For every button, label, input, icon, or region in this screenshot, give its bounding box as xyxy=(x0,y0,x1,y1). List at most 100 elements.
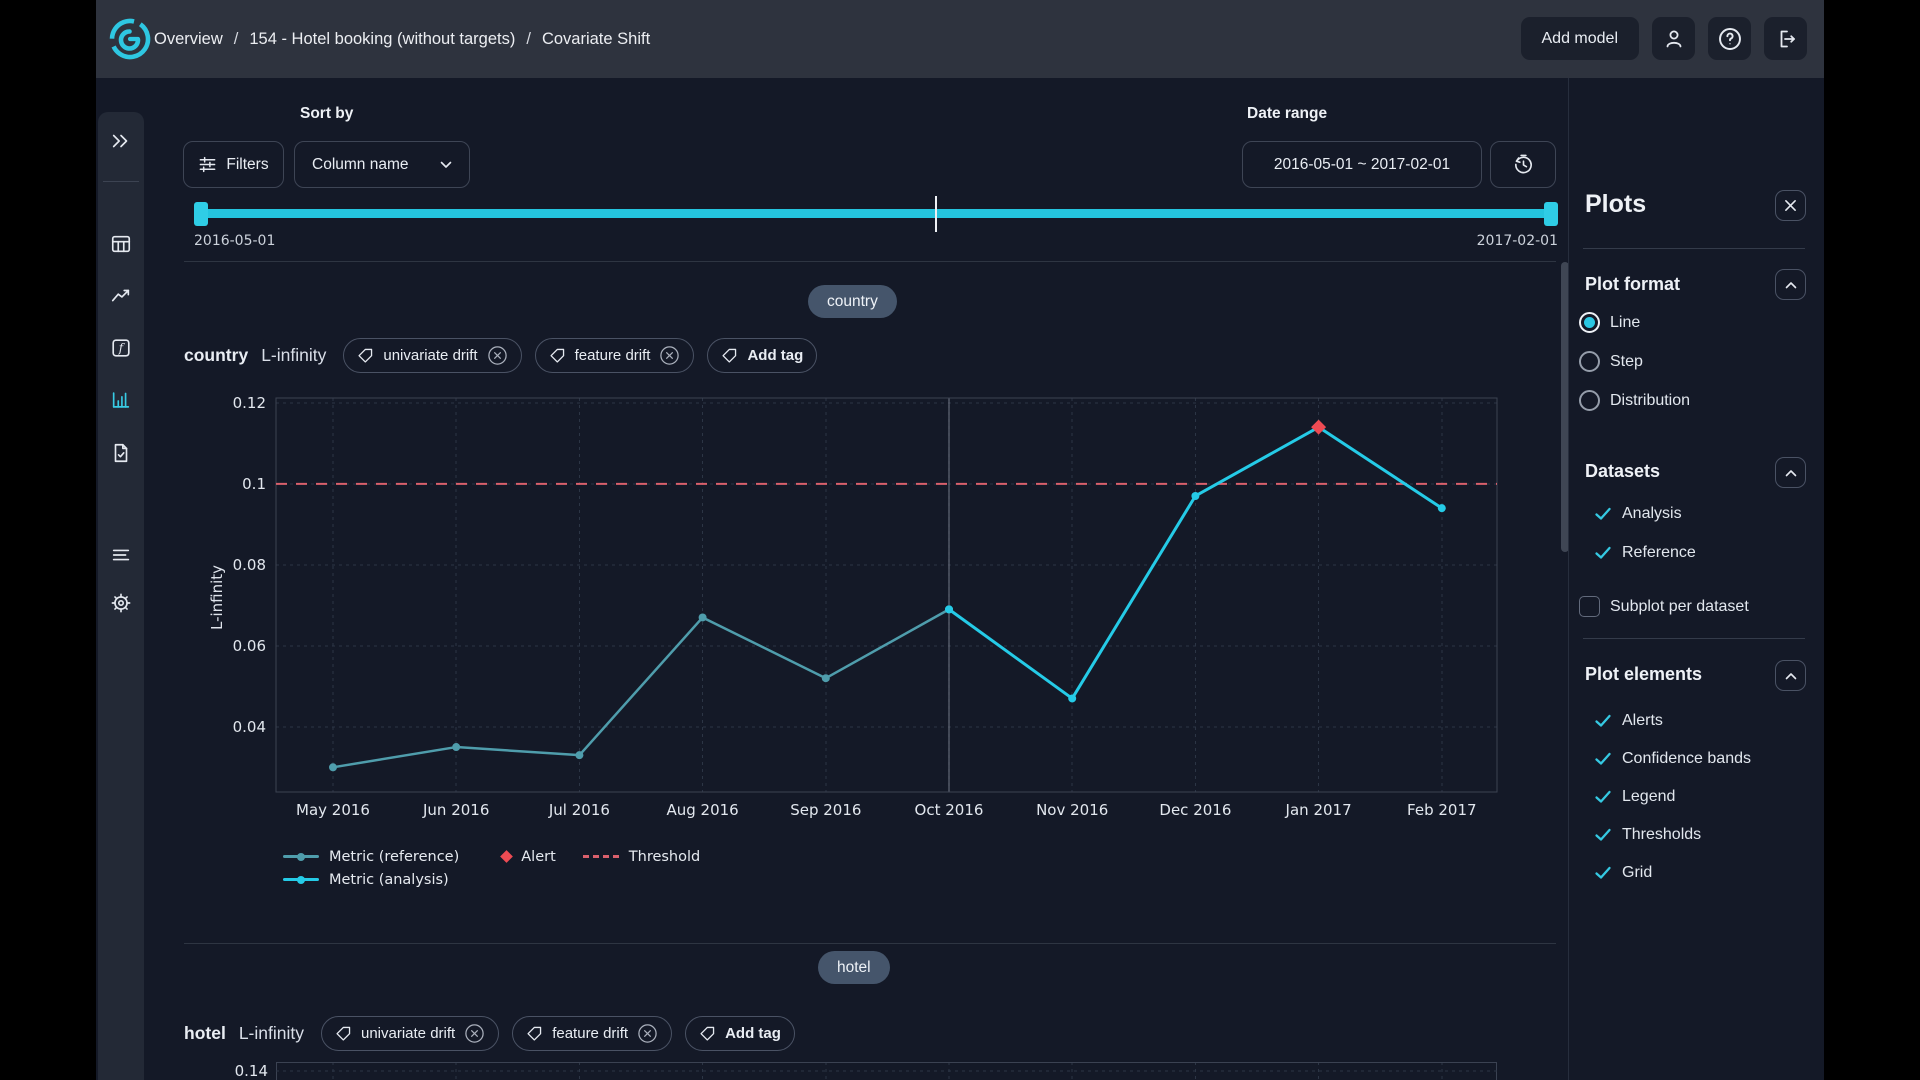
slider-handle-end[interactable] xyxy=(1544,202,1558,226)
remove-tag-button[interactable] xyxy=(637,1023,658,1044)
file-check-icon xyxy=(110,442,132,464)
check-analysis[interactable]: Analysis xyxy=(1594,505,1682,523)
datasets-header: Datasets xyxy=(1585,461,1660,482)
remove-tag-button[interactable] xyxy=(487,345,508,366)
column-chip-hotel[interactable]: hotel xyxy=(818,951,890,984)
breadcrumb-separator: / xyxy=(234,30,239,49)
panel-divider xyxy=(1583,248,1805,249)
collapse-plot-elements-button[interactable] xyxy=(1775,660,1806,691)
panel-title: Plots xyxy=(1585,190,1646,219)
reset-date-range-button[interactable] xyxy=(1490,141,1556,188)
radio-icon xyxy=(1579,390,1600,411)
sidebar-item-data[interactable] xyxy=(110,233,132,255)
close-panel-button[interactable] xyxy=(1775,190,1806,221)
logout-button[interactable] xyxy=(1764,17,1807,60)
time-range-slider-track[interactable] xyxy=(194,209,1558,218)
sidebar-item-expand[interactable] xyxy=(110,130,132,152)
radio-distribution[interactable]: Distribution xyxy=(1579,390,1690,411)
y-axis-label: L-infinity xyxy=(208,565,226,630)
breadcrumb-separator: / xyxy=(526,30,531,49)
add-tag-label: Add tag xyxy=(725,1025,781,1042)
check-icon xyxy=(1594,544,1612,562)
legend-label: Metric (reference) xyxy=(329,849,459,865)
check-reference[interactable]: Reference xyxy=(1594,544,1696,562)
radio-label: Step xyxy=(1610,353,1643,371)
check-confidence-bands[interactable]: Confidence bands xyxy=(1594,750,1751,768)
help-button[interactable] xyxy=(1708,17,1751,60)
date-range-input[interactable]: 2016-05-01 ~ 2017-02-01 xyxy=(1242,141,1482,188)
slider-handle-start[interactable] xyxy=(194,202,208,226)
user-icon xyxy=(1662,27,1686,51)
check-legend[interactable]: Legend xyxy=(1594,788,1675,806)
svg-text:Dec 2016: Dec 2016 xyxy=(1159,801,1231,819)
app-window: Overview / 154 - Hotel booking (without … xyxy=(96,0,1824,1080)
check-thresholds[interactable]: Thresholds xyxy=(1594,826,1701,844)
sort-by-label: Sort by xyxy=(300,105,353,123)
check-icon xyxy=(1594,750,1612,768)
remove-tag-button[interactable] xyxy=(659,345,680,366)
check-alerts[interactable]: Alerts xyxy=(1594,712,1663,730)
breadcrumb-overview[interactable]: Overview xyxy=(154,30,223,49)
sidebar-item-charts[interactable] xyxy=(110,389,132,411)
svg-text:May 2016: May 2016 xyxy=(296,801,370,819)
legend-item-reference[interactable]: Metric (reference) xyxy=(283,849,459,865)
tag-pill-feature-drift[interactable]: feature drift xyxy=(535,338,695,373)
drift-line-chart-hotel[interactable] xyxy=(276,1056,1506,1080)
collapse-datasets-button[interactable] xyxy=(1775,457,1806,488)
check-grid[interactable]: Grid xyxy=(1594,864,1652,882)
checkbox-subplot-per-dataset[interactable]: Subplot per dataset xyxy=(1579,596,1749,617)
check-label: Reference xyxy=(1622,544,1696,562)
tag-pill-univariate-drift[interactable]: univariate drift xyxy=(321,1016,499,1051)
filters-button[interactable]: Filters xyxy=(183,141,284,188)
legend-item-threshold[interactable]: Threshold xyxy=(583,849,700,865)
add-model-button[interactable]: Add model xyxy=(1521,17,1640,60)
tag-icon xyxy=(357,347,374,364)
chart-legend: Metric (reference) Alert Threshold Metri… xyxy=(283,845,700,891)
chevron-down-icon xyxy=(440,161,452,169)
remove-tag-button[interactable] xyxy=(464,1023,485,1044)
tag-pill-univariate-drift[interactable]: univariate drift xyxy=(343,338,521,373)
column-title: country xyxy=(184,345,248,366)
sidebar-item-settings[interactable] xyxy=(110,592,132,614)
check-icon xyxy=(1594,505,1612,523)
sidebar-item-functions[interactable]: f xyxy=(110,337,132,359)
check-icon xyxy=(1594,864,1612,882)
svg-text:0.1: 0.1 xyxy=(242,475,266,493)
sidebar-item-reports[interactable] xyxy=(110,442,132,464)
account-button[interactable] xyxy=(1652,17,1695,60)
date-range-label: Date range xyxy=(1247,105,1327,123)
gear-icon xyxy=(110,592,132,614)
metric-name: L-infinity xyxy=(261,345,326,366)
column-chip-country[interactable]: country xyxy=(808,285,897,318)
svg-text:Feb 2017: Feb 2017 xyxy=(1407,801,1477,819)
breadcrumb-view[interactable]: Covariate Shift xyxy=(542,30,650,49)
sidebar-item-menu[interactable] xyxy=(110,544,132,566)
svg-text:Oct 2016: Oct 2016 xyxy=(915,801,984,819)
add-tag-button[interactable]: Add tag xyxy=(685,1016,795,1051)
breadcrumb-model[interactable]: 154 - Hotel booking (without targets) xyxy=(249,30,515,49)
drift-line-chart-country[interactable]: May 2016Jun 2016Jul 2016Aug 2016Sep 2016… xyxy=(226,390,1506,822)
add-tag-label: Add tag xyxy=(747,347,803,364)
legend-item-analysis[interactable]: Metric (analysis) xyxy=(283,872,449,888)
plot-elements-header: Plot elements xyxy=(1585,664,1702,685)
function-icon: f xyxy=(110,337,132,359)
svg-text:Jun 2016: Jun 2016 xyxy=(422,801,489,819)
tag-pill-feature-drift[interactable]: feature drift xyxy=(512,1016,672,1051)
collapse-plot-format-button[interactable] xyxy=(1775,269,1806,300)
radio-step[interactable]: Step xyxy=(1579,351,1643,372)
radio-line[interactable]: Line xyxy=(1579,312,1640,333)
svg-text:Nov 2016: Nov 2016 xyxy=(1036,801,1108,819)
close-icon xyxy=(1784,199,1797,212)
sidebar-item-metrics[interactable] xyxy=(110,285,132,307)
svg-text:Aug 2016: Aug 2016 xyxy=(666,801,738,819)
column-title: hotel xyxy=(184,1023,226,1044)
topbar-actions: Add model xyxy=(1521,17,1808,60)
analysis-line-swatch xyxy=(283,878,319,881)
sort-by-select[interactable]: Column name xyxy=(294,141,470,188)
check-label: Thresholds xyxy=(1622,826,1701,844)
tag-icon xyxy=(335,1025,352,1042)
check-label: Legend xyxy=(1622,788,1675,806)
chevron-up-icon xyxy=(1785,469,1797,477)
legend-item-alert[interactable]: Alert xyxy=(502,849,556,865)
add-tag-button[interactable]: Add tag xyxy=(707,338,817,373)
